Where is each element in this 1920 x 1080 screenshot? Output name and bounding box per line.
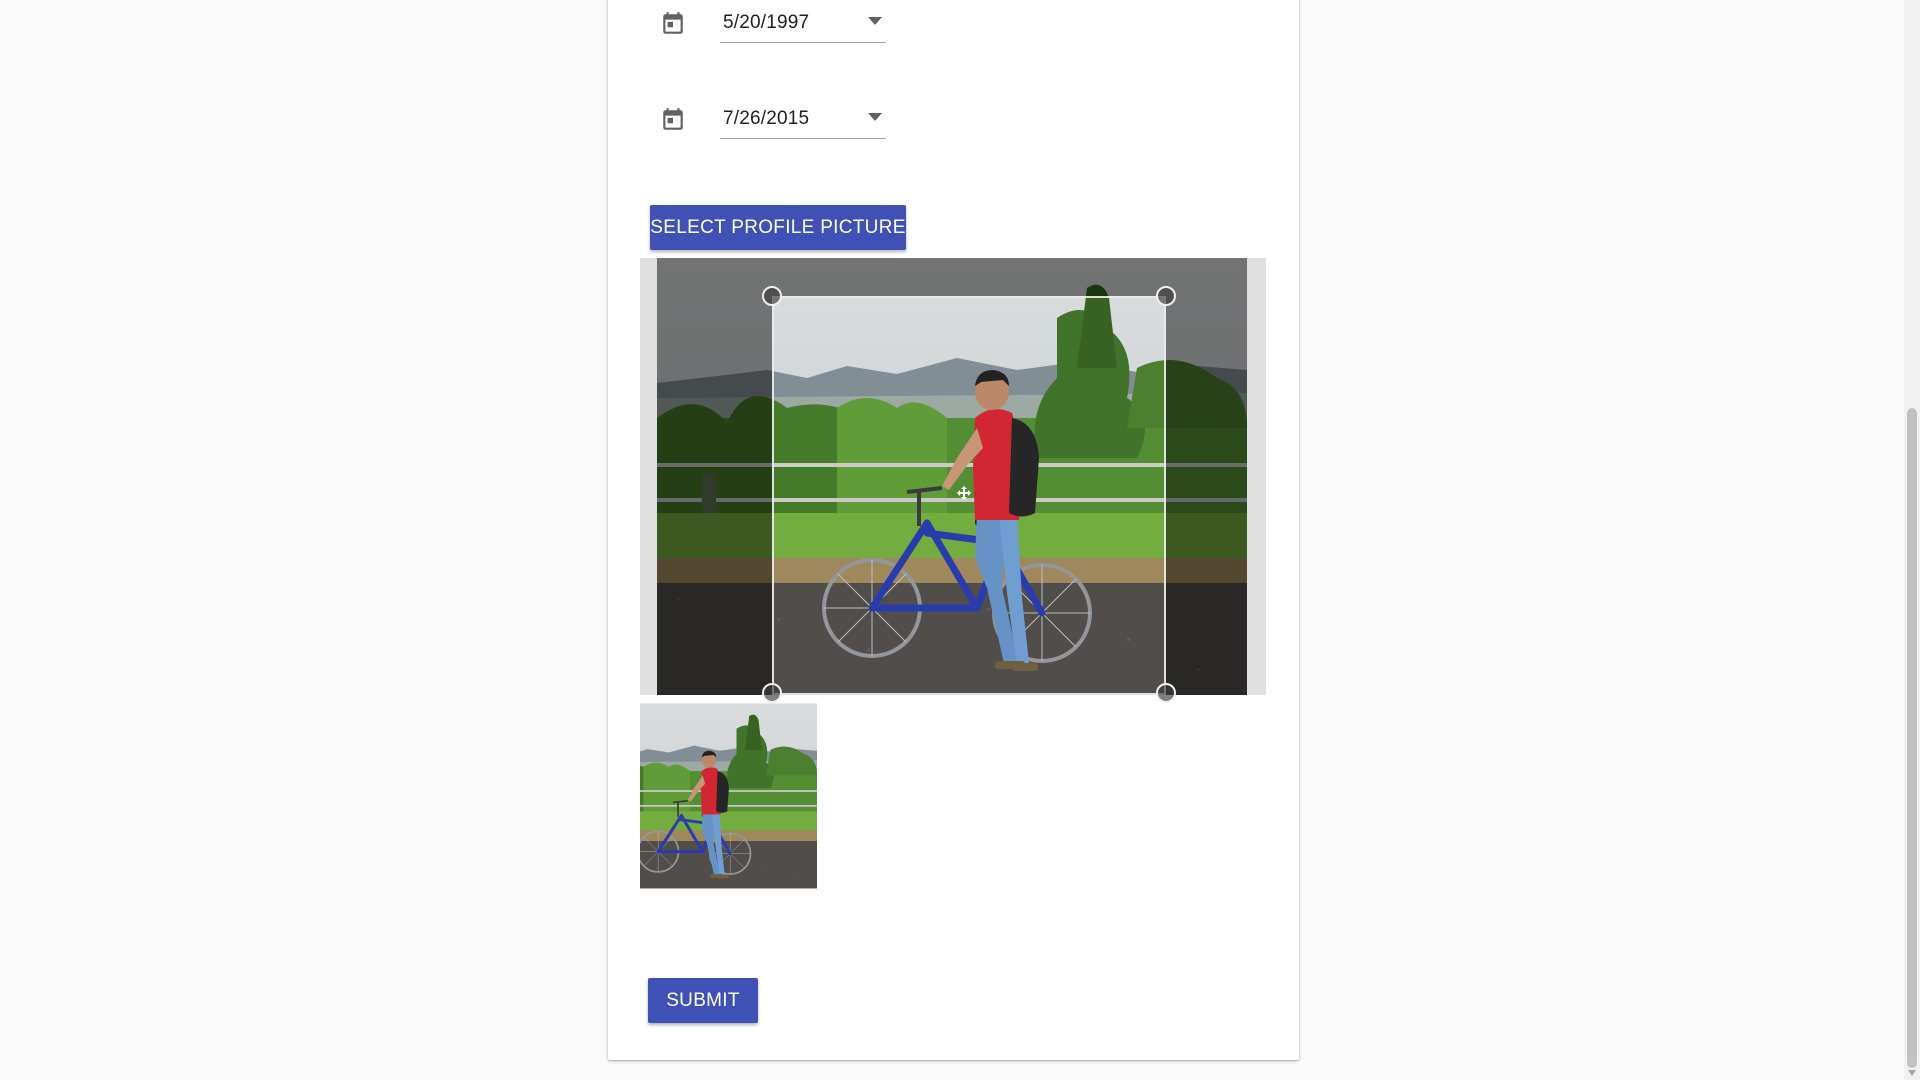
scrollbar[interactable]	[1904, 0, 1920, 1080]
cropped-preview-photo	[640, 695, 890, 945]
calendar-icon[interactable]	[660, 106, 686, 134]
dropdown-arrow-icon[interactable]	[868, 16, 882, 26]
crop-handle-top-left[interactable]	[762, 286, 782, 306]
start-date-field[interactable]: 5/20/1997	[720, 7, 886, 43]
form-card: 5/20/1997 7/26/2015 SELECT PROFILE PICTU…	[608, 0, 1299, 1060]
move-icon[interactable]	[957, 486, 971, 500]
end-date-value[interactable]: 7/26/2015	[723, 108, 809, 130]
crop-source-image	[657, 258, 1247, 695]
scrollbar-thumb[interactable]	[1907, 408, 1917, 1068]
dropdown-arrow-icon[interactable]	[868, 112, 882, 122]
start-date-row: 5/20/1997	[608, 0, 1299, 60]
start-date-value[interactable]: 5/20/1997	[723, 12, 809, 34]
submit-button[interactable]: SUBMIT	[648, 978, 758, 1023]
image-cropper[interactable]	[640, 258, 1266, 703]
end-date-row: 7/26/2015	[608, 96, 1299, 156]
crop-handle-top-right[interactable]	[1156, 286, 1176, 306]
select-profile-picture-button[interactable]: SELECT PROFILE PICTURE	[650, 205, 906, 250]
calendar-icon[interactable]	[660, 10, 686, 38]
crop-selection-box[interactable]	[772, 296, 1166, 695]
scroll-down-arrow-icon[interactable]	[1904, 1066, 1920, 1080]
cropped-preview	[640, 695, 890, 945]
end-date-field[interactable]: 7/26/2015	[720, 103, 886, 139]
crop-handle-bottom-right[interactable]	[1156, 683, 1176, 703]
